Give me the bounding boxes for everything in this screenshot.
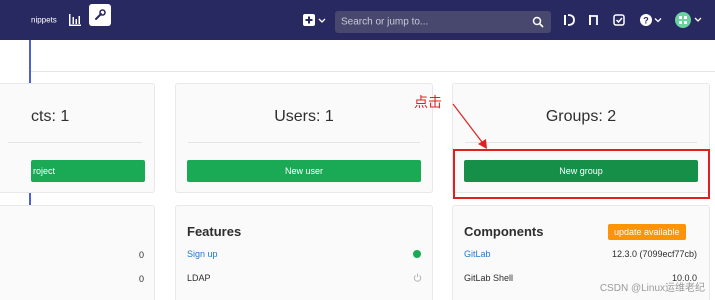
components-title: Components: [464, 224, 544, 239]
projects-count-title: cts: 1: [31, 108, 70, 125]
chart-icon[interactable]: [69, 14, 81, 26]
divider: [465, 142, 697, 143]
top-navbar: nippets Search or jump to... ?: [0, 0, 715, 40]
update-available-badge[interactable]: update available: [608, 224, 686, 240]
admin-area-button[interactable]: [89, 4, 111, 26]
projects-card: cts: 1 roject: [0, 83, 155, 193]
merge-request-icon[interactable]: [587, 13, 601, 27]
divider: [8, 142, 142, 143]
annotation-arrow-icon: [452, 103, 487, 149]
search-placeholder: Search or jump to...: [341, 16, 429, 28]
plus-icon[interactable]: [303, 13, 327, 27]
divider: [188, 142, 420, 143]
watermark: CSDN @Linux运维老纪: [599, 283, 705, 294]
search-icon: [532, 16, 544, 28]
component-gitlab-version: 12.3.0 (7099ecf77cb): [611, 249, 697, 259]
avatar[interactable]: [675, 12, 705, 28]
new-project-button[interactable]: roject: [31, 160, 145, 182]
stat-value: 0: [138, 250, 144, 260]
svg-text:?: ?: [643, 16, 649, 26]
todo-icon[interactable]: [612, 13, 626, 27]
users-count-title: Users: 1: [274, 108, 334, 125]
component-gitlab-link[interactable]: GitLab: [464, 249, 491, 259]
wrench-icon: [95, 9, 106, 20]
features-title: Features: [187, 224, 242, 239]
users-card: Users: 1 New user: [175, 83, 433, 193]
nav-snippets-link[interactable]: nippets: [31, 16, 57, 25]
status-enabled-icon: [413, 250, 421, 258]
new-user-button[interactable]: New user: [187, 160, 421, 182]
feature-sign-up-link[interactable]: Sign up: [187, 249, 218, 259]
stats-card: 0 0: [0, 205, 155, 300]
power-off-icon: [413, 273, 422, 282]
annotation-click-text: 点击: [414, 95, 442, 111]
feature-ldap-label: LDAP: [187, 273, 211, 283]
highlight-box: [453, 149, 710, 199]
search-input[interactable]: Search or jump to...: [335, 11, 551, 33]
breadcrumb-bar: [30, 40, 715, 72]
issues-icon[interactable]: [562, 13, 576, 27]
component-gitlab-shell-label: GitLab Shell: [464, 273, 514, 283]
help-icon[interactable]: ?: [640, 13, 664, 27]
stat-value: 0: [138, 274, 144, 284]
features-card: Features Sign up LDAP: [175, 205, 433, 300]
